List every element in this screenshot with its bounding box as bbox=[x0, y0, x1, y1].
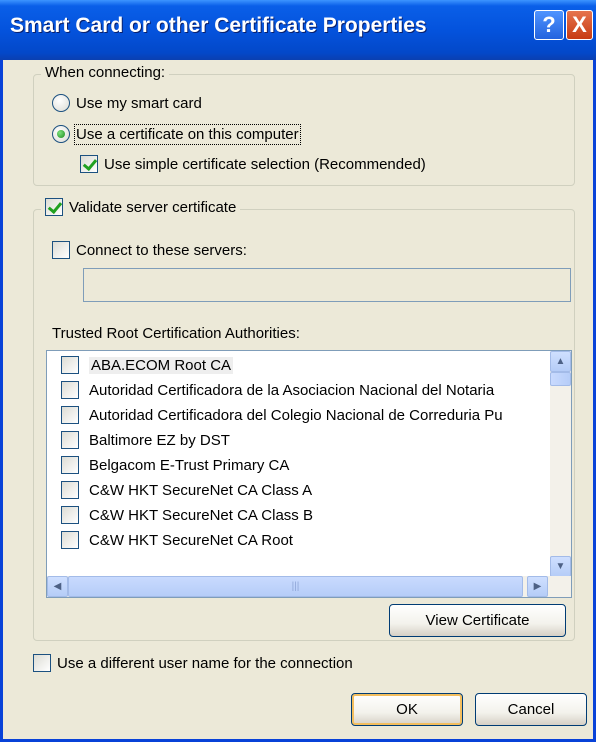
list-item[interactable]: C&W HKT SecureNet CA Class B bbox=[61, 503, 313, 527]
authority-checkbox[interactable] bbox=[61, 531, 79, 549]
different-user-option[interactable]: Use a different user name for the connec… bbox=[33, 654, 353, 672]
connect-servers-label: Connect to these servers: bbox=[76, 241, 247, 259]
cancel-button[interactable]: Cancel bbox=[475, 693, 587, 726]
horizontal-scrollbar[interactable]: ◀ ||| ▶ bbox=[47, 576, 571, 597]
simple-selection-checkbox[interactable] bbox=[80, 155, 98, 173]
vertical-scrollbar[interactable]: ▲ ▼ bbox=[550, 351, 571, 577]
validate-server-checkbox[interactable] bbox=[45, 198, 63, 216]
authority-label: Autoridad Certificadora de la Asociacion… bbox=[89, 381, 495, 399]
authority-label: C&W HKT SecureNet CA Class A bbox=[89, 481, 313, 499]
horizontal-scroll-thumb[interactable]: ||| bbox=[68, 576, 523, 597]
certificate-label: Use a certificate on this computer bbox=[74, 123, 301, 145]
use-smart-card-option[interactable]: Use my smart card bbox=[52, 94, 202, 112]
authority-checkbox[interactable] bbox=[61, 406, 79, 424]
smart-card-radio[interactable] bbox=[52, 94, 70, 112]
view-certificate-button[interactable]: View Certificate bbox=[389, 604, 566, 637]
smart-card-label: Use my smart card bbox=[76, 94, 202, 112]
connect-servers-checkbox[interactable] bbox=[52, 241, 70, 259]
simple-selection-option[interactable]: Use simple certificate selection (Recomm… bbox=[80, 155, 426, 173]
list-item[interactable]: Autoridad Certificadora de la Asociacion… bbox=[61, 378, 494, 402]
certificate-radio[interactable] bbox=[52, 125, 70, 143]
trusted-authorities-list[interactable]: ABA.ECOM Root CA Autoridad Certificadora… bbox=[46, 350, 572, 598]
validate-server-label: Validate server certificate bbox=[69, 198, 237, 216]
trusted-root-label: Trusted Root Certification Authorities: bbox=[52, 325, 300, 342]
list-item[interactable]: Belgacom E-Trust Primary CA bbox=[61, 453, 289, 477]
scroll-up-icon[interactable]: ▲ bbox=[550, 351, 571, 372]
authority-label: C&W HKT SecureNet CA Root bbox=[89, 531, 293, 549]
authority-checkbox[interactable] bbox=[61, 506, 79, 524]
close-icon[interactable]: X bbox=[566, 10, 593, 40]
authority-checkbox[interactable] bbox=[61, 356, 79, 374]
scroll-down-icon[interactable]: ▼ bbox=[550, 556, 571, 577]
authority-label: Belgacom E-Trust Primary CA bbox=[89, 456, 290, 474]
when-connecting-legend: When connecting: bbox=[41, 64, 170, 81]
different-user-checkbox[interactable] bbox=[33, 654, 51, 672]
list-item[interactable]: Baltimore EZ by DST bbox=[61, 428, 230, 452]
simple-selection-label: Use simple certificate selection (Recomm… bbox=[104, 155, 426, 173]
authority-checkbox[interactable] bbox=[61, 431, 79, 449]
scroll-right-icon[interactable]: ▶ bbox=[527, 576, 548, 597]
list-item[interactable]: Autoridad Certificadora del Colegio Naci… bbox=[61, 403, 503, 427]
authority-checkbox[interactable] bbox=[61, 381, 79, 399]
validate-server-option[interactable]: Validate server certificate bbox=[41, 198, 241, 216]
dialog-window: Smart Card or other Certificate Properti… bbox=[0, 0, 596, 742]
connect-servers-option[interactable]: Connect to these servers: bbox=[52, 241, 247, 259]
servers-input[interactable] bbox=[83, 268, 571, 302]
scroll-left-icon[interactable]: ◀ bbox=[47, 576, 68, 597]
ok-button[interactable]: OK bbox=[351, 693, 463, 726]
list-item[interactable]: C&W HKT SecureNet CA Class A bbox=[61, 478, 312, 502]
vertical-scroll-thumb[interactable] bbox=[550, 372, 571, 386]
authority-checkbox[interactable] bbox=[61, 456, 79, 474]
list-item[interactable]: ABA.ECOM Root CA bbox=[61, 353, 234, 377]
title-bar[interactable]: Smart Card or other Certificate Properti… bbox=[0, 0, 596, 60]
authority-label: ABA.ECOM Root CA bbox=[89, 356, 234, 374]
window-title: Smart Card or other Certificate Properti… bbox=[10, 14, 427, 37]
authority-label: C&W HKT SecureNet CA Class B bbox=[89, 506, 313, 524]
authority-label: Baltimore EZ by DST bbox=[89, 431, 230, 449]
authority-label: Autoridad Certificadora del Colegio Naci… bbox=[89, 406, 503, 424]
list-item[interactable]: C&W HKT SecureNet CA Root bbox=[61, 528, 293, 552]
authority-checkbox[interactable] bbox=[61, 481, 79, 499]
help-icon[interactable]: ? bbox=[534, 10, 564, 40]
use-certificate-option[interactable]: Use a certificate on this computer bbox=[52, 123, 301, 145]
different-user-label: Use a different user name for the connec… bbox=[57, 654, 353, 672]
